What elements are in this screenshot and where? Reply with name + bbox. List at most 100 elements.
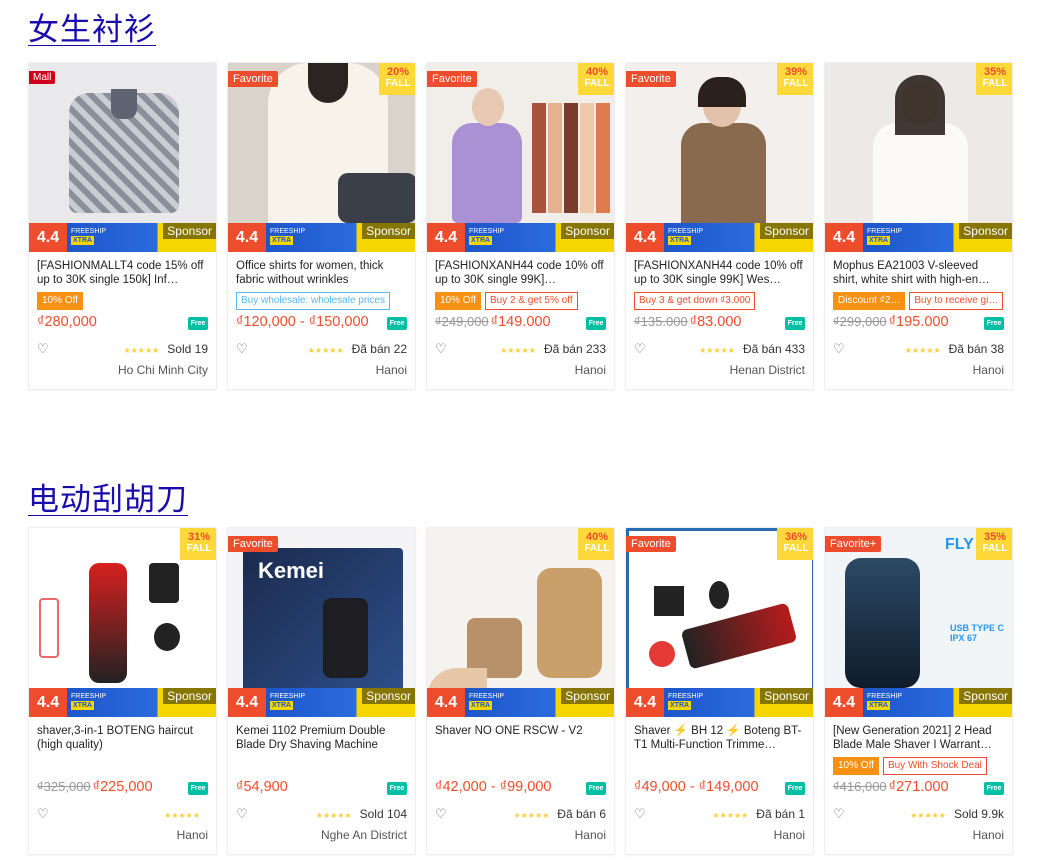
- freeship-label: FREESHIP: [668, 693, 704, 700]
- product-card[interactable]: FLYUSB TYPE CIPX 67HÀNG HIỆU-50%Favorite…: [824, 527, 1013, 855]
- xtra-label: XTRA: [668, 236, 692, 245]
- xtra-label: XTRA: [270, 701, 294, 710]
- heart-icon[interactable]: ♡: [435, 342, 447, 357]
- shop-badge: Favorite: [427, 71, 477, 87]
- promo-44-badge: 4.4: [427, 688, 465, 717]
- product-card[interactable]: 35% FALL 4.4 FREESHIP XTRA Sponsor Mophus EA21…: [824, 62, 1013, 390]
- heart-icon[interactable]: ♡: [236, 342, 248, 357]
- product-image[interactable]: Favorite 40% FALL 4.4 FREESHIP XTRA Sponsor: [427, 63, 614, 252]
- shop-badge: Favorite+: [825, 536, 882, 552]
- product-image[interactable]: 31% FALL 4.4 FREESHIP XTRA Sponsor: [29, 528, 216, 717]
- free-shipping-icon: Free: [387, 317, 407, 330]
- free-shipping-icon: Free: [785, 782, 805, 795]
- product-image[interactable]: 40% FALL 4.4 FREESHIP XTRA Sponsor: [427, 528, 614, 717]
- heart-icon[interactable]: ♡: [435, 807, 447, 822]
- freeship-label: FREESHIP: [867, 228, 903, 235]
- product-card[interactable]: Favorite 20% FALL 4.4 FREESHIP XTRA Sponsor Off…: [227, 62, 416, 390]
- promo-tag: Buy wholesale: wholesale prices: [236, 292, 390, 310]
- promo-tag: 10% Off: [833, 757, 879, 775]
- free-shipping-icon: Free: [586, 782, 606, 795]
- product-image[interactable]: Favorite 36% FALL 4.4 FREESHIP XTRA Sponsor: [626, 528, 813, 717]
- price-row: ₫135.000 ₫83.000 Free: [634, 314, 805, 336]
- product-info: shaver,3-in-1 BOTENG haircut (high quali…: [37, 724, 208, 842]
- original-price: ₫299,000: [833, 314, 887, 329]
- product-card[interactable]: 31% FALL 4.4 FREESHIP XTRA Sponsor shaver,3-in…: [28, 527, 217, 855]
- product-card[interactable]: Kemei Favorite 4.4 FREESHIP XTRA Sponsor Kemei…: [227, 527, 416, 855]
- sponsor-label: Sponsor: [760, 688, 813, 704]
- product-title[interactable]: Mophus EA21003 V-sleeved shirt, white sh…: [833, 259, 1004, 287]
- section-title[interactable]: 女生衬衫: [28, 4, 156, 49]
- meta-row: ♡ ★★★★★ Sold 104: [236, 807, 407, 823]
- product-title[interactable]: [FASHIONMALLT4 code 15% off up to 30K si…: [37, 259, 208, 287]
- product-title[interactable]: [FASHIONXANH44 code 10% off up to 30K si…: [435, 259, 606, 287]
- heart-icon[interactable]: ♡: [833, 342, 845, 357]
- product-image[interactable]: FLYUSB TYPE CIPX 67HÀNG HIỆU-50%Favorite…: [825, 528, 1012, 717]
- product-card[interactable]: 40% FALL 4.4 FREESHIP XTRA Sponsor Shaver NO O…: [426, 527, 615, 855]
- product-image[interactable]: Kemei Favorite 4.4 FREESHIP XTRA Sponsor: [228, 528, 415, 717]
- rating-stars-icon: ★★★★★: [315, 811, 352, 820]
- rating-stars-icon: ★★★★★: [904, 346, 941, 355]
- discount-label: FALL: [584, 543, 610, 554]
- free-shipping-icon: Free: [387, 782, 407, 795]
- sponsor-label: Sponsor: [362, 223, 415, 239]
- product-image[interactable]: Favorite 20% FALL 4.4 FREESHIP XTRA Sponsor: [228, 63, 415, 252]
- shop-badge: Favorite: [228, 71, 278, 87]
- sponsor-label: Sponsor: [959, 688, 1012, 704]
- promo-44-badge: 4.4: [626, 688, 664, 717]
- sales-info: ★★★★★ Đã bán 1: [712, 807, 805, 821]
- product-title[interactable]: Shaver NO ONE RSCW - V2: [435, 724, 606, 752]
- product-card[interactable]: Favorite 39% FALL 4.4 FREESHIP XTRA Sponsor [FA…: [625, 62, 814, 390]
- price-row: ₫325,000 ₫225,000 Free: [37, 779, 208, 801]
- sponsor-label: Sponsor: [561, 688, 614, 704]
- product-image[interactable]: Favorite 39% FALL 4.4 FREESHIP XTRA Sponsor: [626, 63, 813, 252]
- sold-count: Đã bán 22: [351, 342, 407, 356]
- sales-info: ★★★★★ Sold 19: [123, 342, 208, 356]
- rating-stars-icon: ★★★★★: [712, 811, 749, 820]
- product-title[interactable]: [FASHIONXANH44 code 10% off up to 30K si…: [634, 259, 805, 287]
- heart-icon[interactable]: ♡: [833, 807, 845, 822]
- shop-location: Hanoi: [176, 828, 208, 842]
- product-card[interactable]: Favorite 36% FALL 4.4 FREESHIP XTRA Sponsor Sha…: [625, 527, 814, 855]
- section-title[interactable]: 电动刮胡刀: [28, 474, 188, 519]
- discount-badge: 35% FALL: [976, 63, 1012, 95]
- current-price: ₫49,000 - ₫149,000: [634, 779, 759, 795]
- discount-label: FALL: [982, 543, 1008, 554]
- sold-count: Đã bán 38: [948, 342, 1004, 356]
- product-info: Mophus EA21003 V-sleeved shirt, white sh…: [833, 259, 1004, 377]
- heart-icon[interactable]: ♡: [236, 807, 248, 822]
- free-shipping-icon: Free: [586, 317, 606, 330]
- price-row: ₫416,000 ₫271.000 Free: [833, 779, 1004, 801]
- discount-percent: 36%: [784, 531, 808, 543]
- product-image[interactable]: 35% FALL 4.4 FREESHIP XTRA Sponsor: [825, 63, 1012, 252]
- promo-tags: [435, 757, 606, 775]
- meta-row: ♡ ★★★★★ Đã bán 38: [833, 342, 1004, 358]
- free-shipping-icon: Free: [188, 782, 208, 795]
- rating-stars-icon: ★★★★★: [307, 346, 344, 355]
- product-title[interactable]: shaver,3-in-1 BOTENG haircut (high quali…: [37, 724, 208, 752]
- current-price: ₫225,000: [92, 779, 153, 795]
- promo-tags: [236, 757, 407, 775]
- promo-tags: Buy 3 & get down ₫3.000: [634, 292, 805, 310]
- shop-location: Hanoi: [574, 363, 606, 377]
- product-title[interactable]: Kemei 1102 Premium Double Blade Dry Shav…: [236, 724, 407, 752]
- product-title[interactable]: [New Generation 2021] 2 Head Blade Male …: [833, 724, 1004, 752]
- sponsor-label: Sponsor: [362, 688, 415, 704]
- promo-44-badge: 4.4: [427, 223, 465, 252]
- sold-count: Đã bán 233: [543, 342, 606, 356]
- heart-icon[interactable]: ♡: [37, 342, 49, 357]
- shop-location: Hanoi: [972, 363, 1004, 377]
- heart-icon[interactable]: ♡: [37, 807, 49, 822]
- product-title[interactable]: Office shirts for women, thick fabric wi…: [236, 259, 407, 287]
- product-image[interactable]: Mall 4.4 FREESHIP XTRA Sponsor: [29, 63, 216, 252]
- heart-icon[interactable]: ♡: [634, 342, 646, 357]
- sponsor-label: Sponsor: [760, 223, 813, 239]
- product-title[interactable]: Shaver ⚡ BH 12 ⚡ Boteng BT- T1 Multi-Fun…: [634, 724, 805, 752]
- sales-info: ★★★★★ Đã bán 233: [500, 342, 606, 356]
- promo-tag: Buy 3 & get down ₫3.000: [634, 292, 756, 310]
- heart-icon[interactable]: ♡: [634, 807, 646, 822]
- price-row: ₫120,000 - ₫150,000 Free: [236, 314, 407, 336]
- shop-location: Hanoi: [574, 828, 606, 842]
- shop-location: Hanoi: [972, 828, 1004, 842]
- product-card[interactable]: Favorite 40% FALL 4.4 FREESHIP XTRA Sponsor [FA…: [426, 62, 615, 390]
- product-card[interactable]: Mall 4.4 FREESHIP XTRA Sponsor [FASHIONMALLT4…: [28, 62, 217, 390]
